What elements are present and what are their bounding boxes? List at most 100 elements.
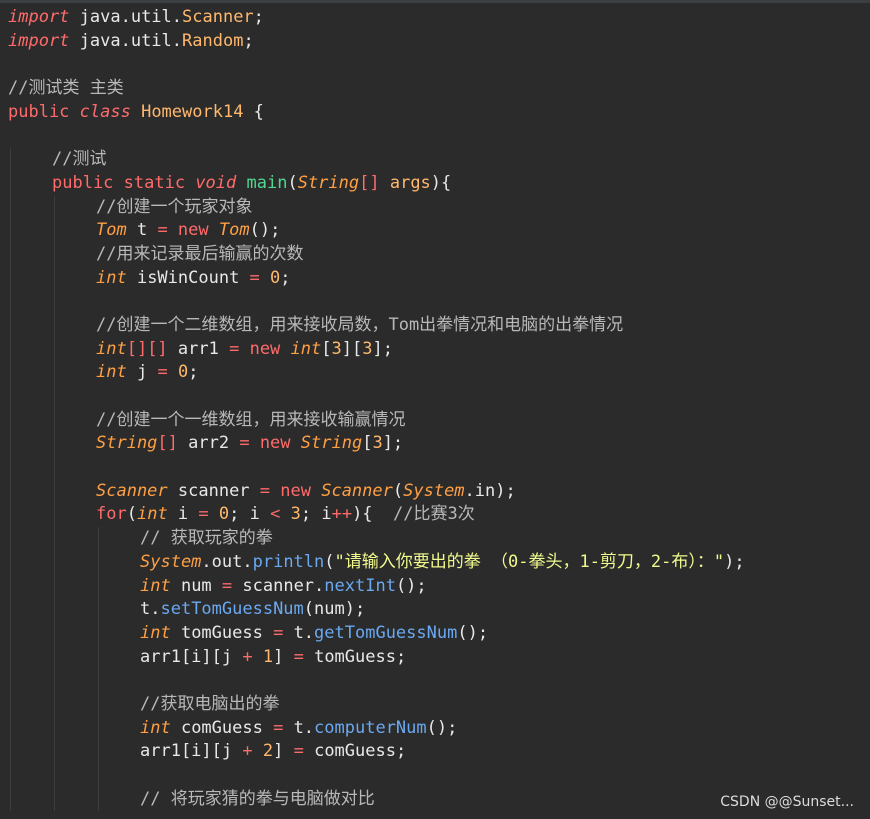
indent-guide (10, 337, 11, 362)
code-token: computerNum (314, 717, 427, 738)
code-line-content: int isWinCount = 0; (8, 268, 291, 288)
code-line[interactable]: int j = 0; (0, 361, 870, 385)
code-line[interactable] (0, 385, 870, 409)
indent-guide (54, 361, 55, 385)
watermark: CSDN @@Sunset... (720, 794, 854, 810)
code-token: tomGuess; (303, 646, 407, 667)
code-line[interactable]: public static void main(String[] args){ (0, 171, 870, 196)
code-token: 0 (270, 267, 281, 288)
code-token: arr1[i][j (140, 741, 243, 762)
indent-guide (10, 242, 11, 267)
code-token: arr1[i][j (140, 646, 243, 667)
code-area[interactable]: import java.util.Scanner; import java.uti… (0, 6, 870, 819)
code-token: Random (182, 30, 244, 51)
code-line-content: import java.util.Scanner; (8, 7, 264, 27)
code-line[interactable]: arr1[i][j + 1] = tomGuess; (0, 645, 870, 670)
code-line[interactable]: Scanner scanner = new Scanner(System.in)… (0, 479, 870, 504)
code-line[interactable]: import java.util.Scanner; (0, 6, 870, 30)
code-token: public (8, 101, 80, 122)
code-token: new (167, 220, 219, 241)
indent-guide (10, 669, 11, 693)
code-line[interactable]: System.out.println("请输入你要出的拳 （0-拳头，1-剪刀，… (0, 550, 870, 575)
code-token: 0 (177, 362, 189, 383)
code-line[interactable]: int isWinCount = 0; (0, 266, 870, 291)
code-token: [] (157, 433, 178, 454)
code-token: nextInt (324, 575, 396, 596)
code-token: args (389, 172, 431, 193)
code-line[interactable]: int[][] arr1 = new int[3][3]; (0, 337, 870, 362)
code-token: Scanner (96, 480, 168, 501)
code-token: comGuess; (303, 741, 407, 762)
code-token: import (8, 30, 70, 51)
code-line[interactable]: //获取电脑出的拳 (0, 692, 870, 717)
code-token: t. (283, 717, 315, 738)
code-token: // 获取玩家的拳 (140, 528, 273, 549)
code-token: int (140, 717, 171, 738)
code-editor[interactable]: import java.util.Scanner; import java.uti… (0, 0, 870, 819)
code-token: t. (140, 599, 161, 620)
code-line[interactable]: //测试 (0, 148, 870, 172)
code-token: //比赛3次 (393, 504, 475, 525)
code-token: 1 (262, 646, 274, 667)
code-token: isWinCount (126, 267, 250, 288)
indent-guide (98, 621, 99, 646)
code-line[interactable]: int comGuess = t.computerNum(); (0, 716, 870, 741)
code-line[interactable]: t.setTomGuessNum(num); (0, 598, 870, 622)
code-line-content (8, 291, 96, 311)
code-token: 0 (218, 504, 230, 525)
code-line[interactable]: int num = scanner.nextInt(); (0, 574, 870, 599)
code-line[interactable]: //测试类 主类 (0, 77, 870, 101)
code-line[interactable]: for(int i = 0; i < 3; i++){ //比赛3次 (0, 503, 870, 528)
code-token: < (270, 504, 281, 525)
code-line[interactable]: import java.util.Random; (0, 30, 870, 54)
indent-guide (98, 527, 99, 551)
indent-guide (54, 574, 55, 599)
code-token: //创建一个玩家对象 (96, 196, 253, 217)
code-line[interactable]: //创建一个玩家对象 (0, 195, 870, 220)
indent-guide (10, 550, 11, 575)
indent-guide (10, 385, 11, 409)
code-line-content: for(int i = 0; i < 3; i++){ //比赛3次 (8, 504, 475, 524)
code-token: j (126, 362, 158, 383)
code-line[interactable] (0, 669, 870, 693)
indent-guide (10, 456, 11, 480)
code-token: class (79, 101, 142, 122)
indent-guide (10, 290, 11, 314)
code-line[interactable]: //创建一个二维数组，用来接收局数，Tom出拳情况和电脑的出拳情况 (0, 313, 870, 338)
indent-guide (54, 716, 55, 741)
indent-guide (54, 764, 55, 788)
code-line[interactable]: //用来记录最后输赢的次数 (0, 242, 870, 267)
code-token: ( (324, 551, 335, 572)
code-line-content: //测试 (8, 149, 106, 169)
code-line[interactable] (0, 290, 870, 314)
code-line[interactable]: public class Homework14 { (0, 101, 870, 125)
indent-guide (10, 764, 11, 788)
code-token: ] (273, 741, 294, 762)
indent-guide (10, 787, 11, 812)
code-token: import (8, 7, 70, 27)
code-token: ){ (430, 172, 452, 193)
code-token: ; (253, 7, 264, 27)
code-line-content: //创建一个玩家对象 (8, 197, 252, 217)
code-line[interactable]: String[] arr2 = new String[3]; (0, 432, 870, 457)
indent-guide (10, 740, 11, 764)
code-token: scanner (167, 480, 260, 501)
code-line[interactable] (0, 53, 870, 77)
indent-guide (54, 266, 55, 291)
code-token: ++ (331, 504, 353, 525)
code-line[interactable]: int tomGuess = t.getTomGuessNum(); (0, 621, 870, 646)
code-line[interactable] (0, 764, 870, 788)
code-line[interactable]: Tom t = new Tom(); (0, 219, 870, 243)
code-line[interactable]: arr1[i][j + 2] = comGuess; (0, 740, 870, 764)
code-line-content: int comGuess = t.computerNum(); (8, 718, 457, 738)
code-line[interactable]: //创建一个一维数组，用来接收输赢情况 (0, 408, 870, 433)
code-line[interactable]: // 获取玩家的拳 (0, 527, 870, 551)
indent-guide (98, 550, 99, 575)
code-line[interactable] (0, 456, 870, 480)
code-line[interactable] (0, 124, 870, 148)
code-line-content: int tomGuess = t.getTomGuessNum(); (8, 623, 488, 643)
